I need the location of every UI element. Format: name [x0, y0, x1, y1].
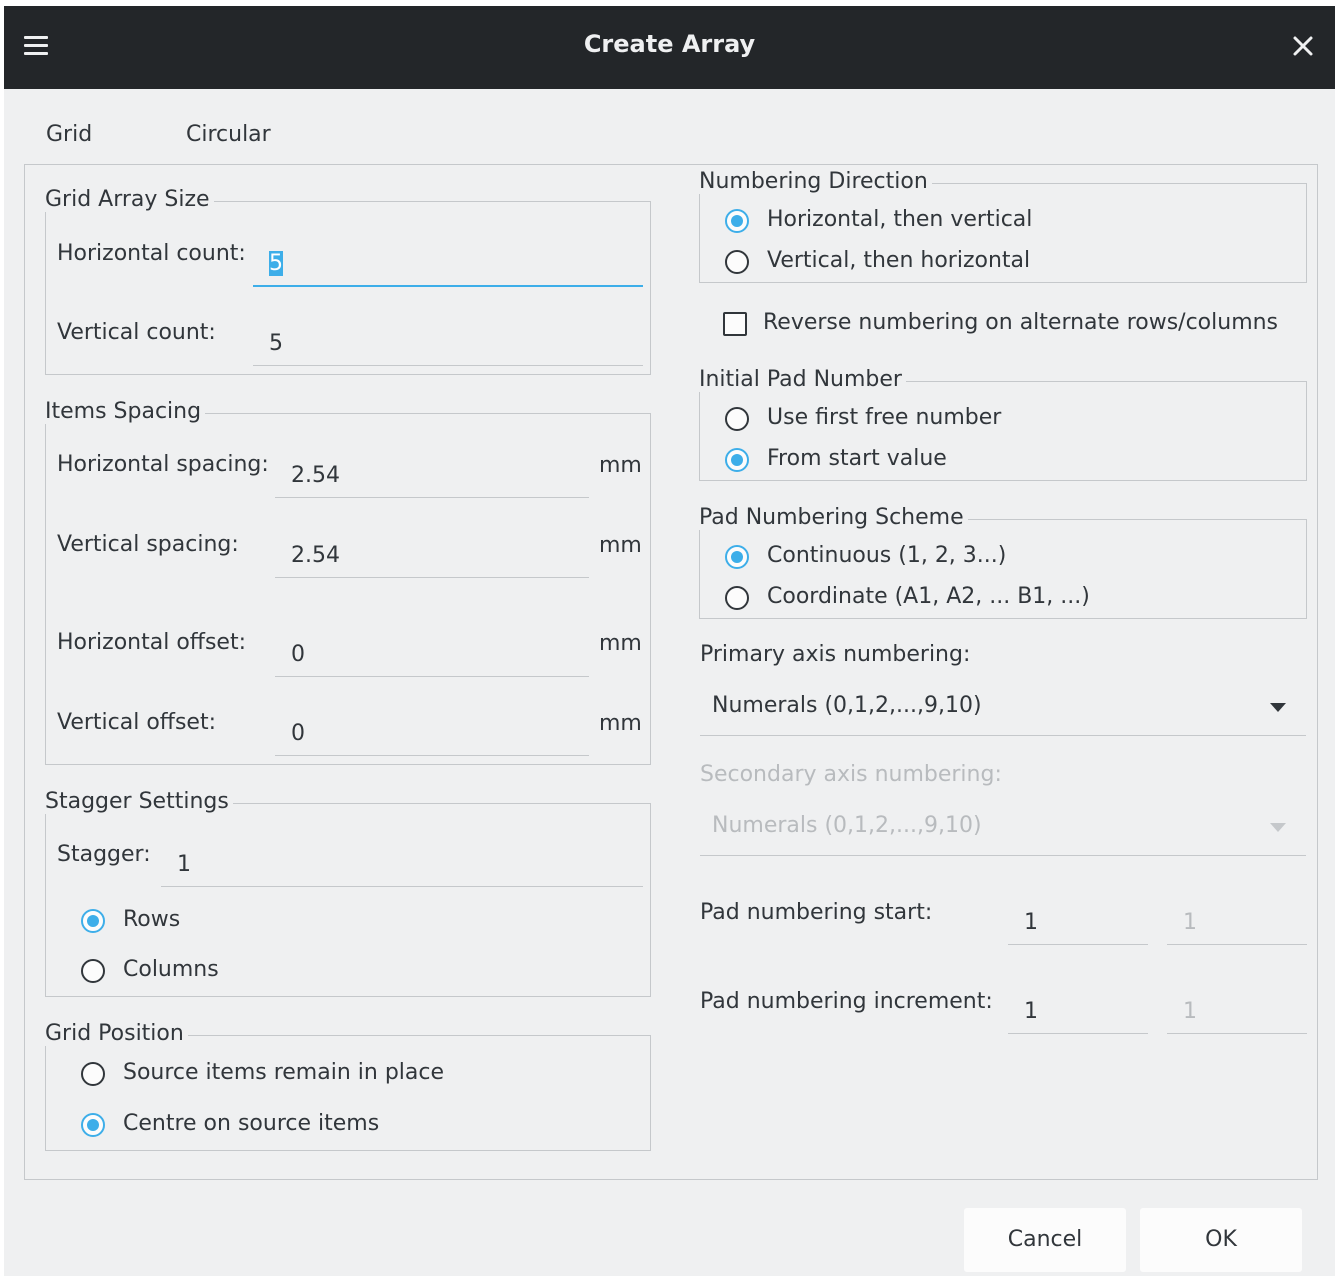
pad-numbering-increment-primary-field[interactable]: 1	[1008, 993, 1148, 1034]
tab-circular-array[interactable]: Circular Array	[172, 106, 285, 205]
numbering-direction-title: Numbering Direction	[699, 169, 932, 194]
checkbox-unchecked-icon	[723, 312, 747, 336]
horizontal-spacing-field[interactable]: 2.54	[275, 457, 589, 498]
radio-checked-icon	[81, 909, 105, 933]
use-first-free-label: Use first free number	[767, 405, 1002, 430]
tab-grid-array[interactable]: Grid Array	[32, 106, 120, 205]
pad-numbering-start-primary-field[interactable]: 1	[1008, 904, 1148, 945]
chevron-down-icon	[1270, 703, 1286, 712]
pad-numbering-increment-label: Pad numbering increment:	[700, 989, 993, 1014]
pad-numbering-start-primary-value: 1	[1024, 910, 1038, 935]
radio-unchecked-icon	[725, 586, 749, 610]
vertical-count-value: 5	[269, 331, 283, 356]
vertical-offset-label: Vertical offset:	[57, 710, 216, 735]
vertical-offset-field[interactable]: 0	[275, 715, 589, 756]
grid-array-panel: Grid Array Size Horizontal count: 5 Vert…	[24, 164, 1318, 1180]
pad-numbering-increment-primary-value: 1	[1024, 999, 1038, 1024]
primary-axis-value: Numerals (0,1,2,...,9,10)	[712, 693, 982, 718]
ok-button[interactable]: OK	[1140, 1208, 1302, 1272]
horizontal-count-field[interactable]: 5	[253, 245, 643, 287]
close-icon[interactable]	[1291, 34, 1315, 58]
items-spacing-title: Items Spacing	[45, 399, 206, 424]
coordinate-label: Coordinate (A1, A2, ... B1, ...)	[767, 584, 1090, 609]
radio-checked-icon	[725, 209, 749, 233]
vertical-then-horizontal-label: Vertical, then horizontal	[767, 248, 1031, 273]
secondary-axis-dropdown: Numerals (0,1,2,...,9,10)	[700, 799, 1306, 856]
stagger-value: 1	[177, 852, 191, 877]
create-array-dialog: Create Array Grid Array Circular Array G…	[4, 6, 1335, 1276]
pad-numbering-start-secondary-field: 1	[1167, 904, 1307, 945]
vertical-spacing-label: Vertical spacing:	[57, 532, 239, 557]
radio-checked-icon	[81, 1113, 105, 1137]
chevron-down-icon	[1270, 823, 1286, 832]
pad-numbering-start-secondary-value: 1	[1183, 910, 1197, 935]
vertical-offset-unit: mm	[599, 711, 642, 736]
primary-axis-label: Primary axis numbering:	[700, 642, 971, 667]
horizontal-count-value: 5	[269, 251, 283, 276]
radio-unchecked-icon	[81, 1062, 105, 1086]
source-remain-label: Source items remain in place	[123, 1060, 445, 1085]
secondary-axis-value: Numerals (0,1,2,...,9,10)	[712, 813, 982, 838]
stagger-rows-label: Rows	[123, 907, 181, 932]
primary-axis-dropdown[interactable]: Numerals (0,1,2,...,9,10)	[700, 679, 1306, 736]
horizontal-spacing-value: 2.54	[291, 463, 340, 488]
horizontal-offset-label: Horizontal offset:	[57, 630, 246, 655]
from-start-value-label: From start value	[767, 446, 947, 471]
dialog-title: Create Array	[583, 30, 756, 58]
horizontal-offset-value: 0	[291, 642, 305, 667]
radio-unchecked-icon	[81, 959, 105, 983]
radio-unchecked-icon	[725, 250, 749, 274]
horizontal-spacing-unit: mm	[599, 453, 642, 478]
vertical-count-label: Vertical count:	[57, 320, 216, 345]
reverse-numbering-label: Reverse numbering on alternate rows/colu…	[763, 310, 1279, 335]
pad-numbering-start-label: Pad numbering start:	[700, 900, 933, 925]
pad-numbering-increment-secondary-field: 1	[1167, 993, 1307, 1034]
horizontal-then-vertical-label: Horizontal, then vertical	[767, 207, 1033, 232]
initial-pad-number-title: Initial Pad Number	[699, 367, 906, 392]
stagger-label: Stagger:	[57, 842, 151, 867]
pad-numbering-scheme-title: Pad Numbering Scheme	[699, 505, 968, 530]
horizontal-offset-unit: mm	[599, 631, 642, 656]
vertical-spacing-unit: mm	[599, 533, 642, 558]
horizontal-count-label: Horizontal count:	[57, 241, 246, 266]
radio-unchecked-icon	[725, 407, 749, 431]
stagger-settings-title: Stagger Settings	[45, 789, 233, 814]
title-bar: Create Array	[4, 6, 1335, 89]
pad-numbering-increment-secondary-value: 1	[1183, 999, 1197, 1024]
radio-checked-icon	[725, 448, 749, 472]
stagger-columns-label: Columns	[123, 957, 219, 982]
vertical-spacing-value: 2.54	[291, 543, 340, 568]
stagger-field[interactable]: 1	[161, 846, 643, 887]
secondary-axis-label: Secondary axis numbering:	[700, 762, 1002, 787]
horizontal-spacing-label: Horizontal spacing:	[57, 452, 269, 477]
continuous-label: Continuous (1, 2, 3...)	[767, 543, 1007, 568]
vertical-spacing-field[interactable]: 2.54	[275, 537, 589, 578]
cancel-button[interactable]: Cancel	[964, 1208, 1126, 1272]
vertical-offset-value: 0	[291, 721, 305, 746]
vertical-count-field[interactable]: 5	[253, 325, 643, 366]
radio-checked-icon	[725, 545, 749, 569]
centre-source-label: Centre on source items	[123, 1111, 380, 1136]
horizontal-offset-field[interactable]: 0	[275, 636, 589, 677]
grid-position-title: Grid Position	[45, 1021, 188, 1046]
grid-array-size-title: Grid Array Size	[45, 187, 214, 212]
